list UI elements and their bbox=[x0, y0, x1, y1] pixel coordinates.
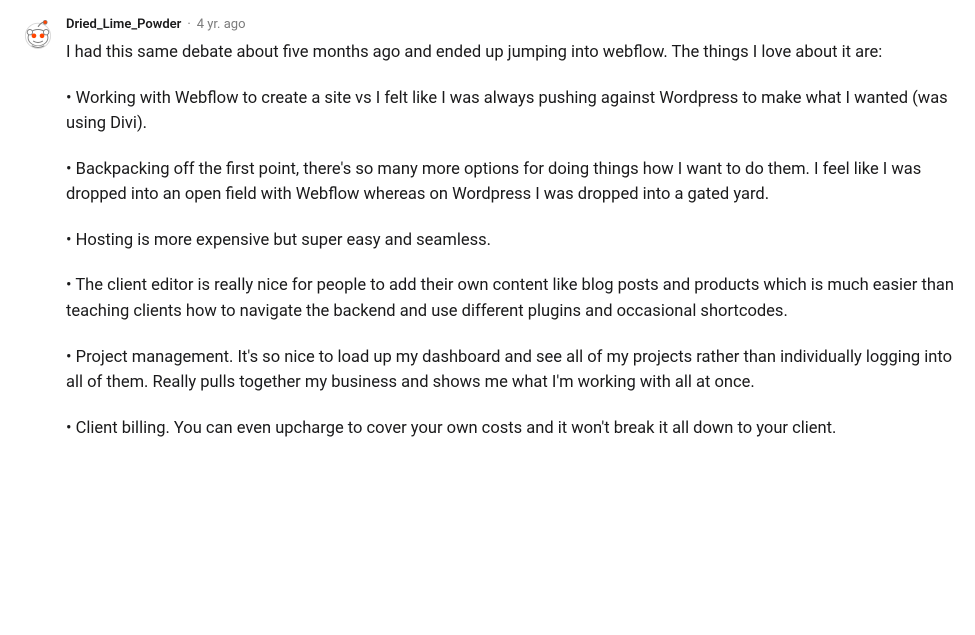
comment-container: Dried_Lime_Powder · 4 yr. ago I had this… bbox=[20, 16, 955, 441]
user-avatar[interactable] bbox=[20, 16, 56, 52]
comment-paragraph: • Backpacking off the first point, there… bbox=[66, 157, 955, 208]
comment-paragraph: • Client billing. You can even upcharge … bbox=[66, 416, 955, 442]
comment-paragraph: • The client editor is really nice for p… bbox=[66, 273, 955, 324]
header-separator: · bbox=[187, 16, 190, 34]
comment-paragraph: • Project management. It's so nice to lo… bbox=[66, 345, 955, 396]
comment-paragraph: • Working with Webflow to create a site … bbox=[66, 86, 955, 137]
comment-paragraph: I had this same debate about five months… bbox=[66, 40, 955, 66]
comment-paragraph: • Hosting is more expensive but super ea… bbox=[66, 228, 955, 254]
comment-header: Dried_Lime_Powder · 4 yr. ago bbox=[66, 16, 955, 34]
comment-timestamp: 4 yr. ago bbox=[197, 16, 246, 34]
comment-text: I had this same debate about five months… bbox=[66, 40, 955, 441]
username-link[interactable]: Dried_Lime_Powder bbox=[66, 16, 181, 34]
comment-body: Dried_Lime_Powder · 4 yr. ago I had this… bbox=[66, 16, 955, 441]
snoo-avatar-icon bbox=[20, 16, 56, 52]
